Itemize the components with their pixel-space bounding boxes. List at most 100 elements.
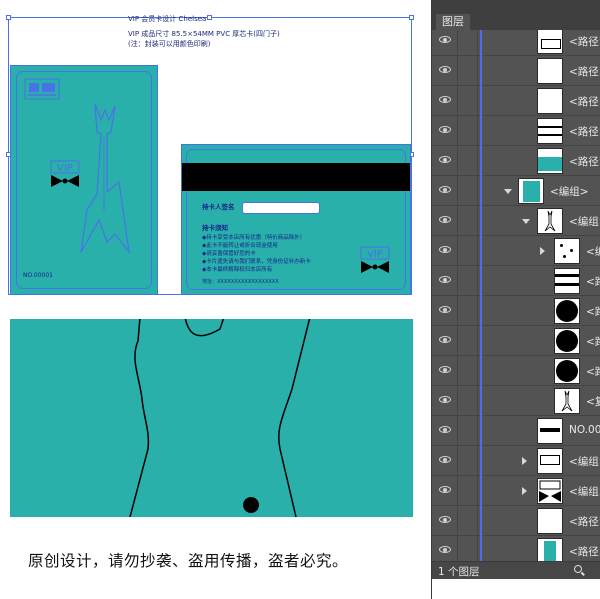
eye-icon[interactable] — [439, 426, 451, 433]
visibility-toggle[interactable] — [432, 386, 458, 415]
search-icon[interactable] — [574, 565, 582, 573]
layer-name[interactable]: <路径> — [569, 34, 600, 49]
layer-row[interactable]: <路径> — [432, 56, 600, 86]
lock-toggle[interactable] — [458, 146, 478, 175]
layer-row[interactable]: <路 — [432, 356, 600, 386]
expand-arrow-icon[interactable] — [540, 247, 545, 255]
layer-name[interactable]: <路径> — [569, 514, 600, 529]
visibility-toggle[interactable] — [432, 416, 458, 445]
layer-row[interactable]: <路径> — [432, 30, 600, 56]
expand-arrow-icon[interactable] — [522, 487, 527, 495]
layer-row[interactable]: NO.000 — [432, 416, 600, 446]
layer-name[interactable]: <路 — [586, 334, 600, 349]
eye-icon[interactable] — [439, 156, 451, 163]
layer-name[interactable]: <路径> — [569, 154, 600, 169]
layer-name[interactable]: <编组> — [569, 214, 600, 229]
lock-toggle[interactable] — [458, 476, 478, 505]
eye-icon[interactable] — [439, 396, 451, 403]
layers-list[interactable]: <路径> <路径> <路径> <路径> — [432, 30, 600, 561]
layer-row[interactable]: <路径> — [432, 116, 600, 146]
lock-toggle[interactable] — [458, 356, 478, 385]
lock-toggle[interactable] — [458, 506, 478, 535]
selection-handle[interactable] — [409, 15, 414, 20]
eye-icon[interactable] — [439, 66, 451, 73]
visibility-toggle[interactable] — [432, 326, 458, 355]
lock-toggle[interactable] — [458, 236, 478, 265]
lock-toggle[interactable] — [458, 386, 478, 415]
layer-name[interactable]: <路 — [586, 364, 600, 379]
layer-name[interactable]: <复 — [586, 394, 600, 409]
lock-toggle[interactable] — [458, 30, 478, 55]
lock-toggle[interactable] — [458, 296, 478, 325]
layer-row[interactable]: <路 — [432, 266, 600, 296]
eye-icon[interactable] — [439, 246, 451, 253]
collapse-arrow-icon[interactable] — [522, 219, 530, 224]
layer-row[interactable]: <编组> — [432, 176, 600, 206]
layer-name[interactable]: <编组> — [550, 184, 589, 199]
lock-toggle[interactable] — [458, 416, 478, 445]
visibility-toggle[interactable] — [432, 446, 458, 475]
lock-toggle[interactable] — [458, 56, 478, 85]
layer-name[interactable]: <编 — [586, 244, 600, 259]
visibility-toggle[interactable] — [432, 30, 458, 55]
lock-toggle[interactable] — [458, 446, 478, 475]
layer-name[interactable]: <编组> — [569, 484, 600, 499]
eye-icon[interactable] — [439, 186, 451, 193]
visibility-toggle[interactable] — [432, 116, 458, 145]
collapse-arrow-icon[interactable] — [504, 189, 512, 194]
visibility-toggle[interactable] — [432, 176, 458, 205]
eye-icon[interactable] — [439, 306, 451, 313]
layer-name[interactable]: <编组> — [569, 454, 600, 469]
eye-icon[interactable] — [439, 366, 451, 373]
layer-name[interactable]: <路径> — [569, 64, 600, 79]
eye-icon[interactable] — [439, 36, 451, 43]
layer-row[interactable]: <路径> — [432, 146, 600, 176]
tab-layers[interactable]: 图层 — [436, 14, 470, 30]
selection-handle[interactable] — [6, 15, 11, 20]
eye-icon[interactable] — [439, 486, 451, 493]
lock-toggle[interactable] — [458, 86, 478, 115]
layer-row[interactable]: <路径> — [432, 536, 600, 561]
layer-name[interactable]: <路 — [586, 304, 600, 319]
layer-row[interactable]: <复 — [432, 386, 600, 416]
back-card[interactable]: 持卡人签名 持卡须知 ◆持卡享受本店所有优惠（特价商品除外） ◆此卡不能转让或折… — [181, 144, 411, 295]
layer-row[interactable]: <编组> — [432, 476, 600, 506]
lock-toggle[interactable] — [458, 266, 478, 295]
eye-icon[interactable] — [439, 336, 451, 343]
layer-row[interactable]: <编 — [432, 236, 600, 266]
layer-name[interactable]: <路径> — [569, 544, 600, 559]
layers-panel[interactable]: 图层 <路径> <路径> <路径> — [431, 0, 600, 599]
visibility-toggle[interactable] — [432, 146, 458, 175]
expand-arrow-icon[interactable] — [522, 457, 527, 465]
eye-icon[interactable] — [439, 456, 451, 463]
eye-icon[interactable] — [439, 276, 451, 283]
eye-icon[interactable] — [439, 546, 451, 553]
visibility-toggle[interactable] — [432, 266, 458, 295]
lock-toggle[interactable] — [458, 326, 478, 355]
layer-row[interactable]: <编组> — [432, 206, 600, 236]
layer-row[interactable]: <路径> — [432, 86, 600, 116]
visibility-toggle[interactable] — [432, 506, 458, 535]
lock-toggle[interactable] — [458, 176, 478, 205]
eye-icon[interactable] — [439, 216, 451, 223]
eye-icon[interactable] — [439, 126, 451, 133]
lock-toggle[interactable] — [458, 206, 478, 235]
front-card[interactable]: VIP NO.00001 — [10, 65, 158, 295]
layer-row[interactable]: <路 — [432, 296, 600, 326]
visibility-toggle[interactable] — [432, 206, 458, 235]
layer-name[interactable]: NO.000 — [569, 424, 600, 436]
visibility-toggle[interactable] — [432, 56, 458, 85]
eye-icon[interactable] — [439, 96, 451, 103]
visibility-toggle[interactable] — [432, 536, 458, 561]
layer-name[interactable]: <路径> — [569, 124, 600, 139]
lock-toggle[interactable] — [458, 536, 478, 561]
layer-name[interactable]: <路 — [586, 274, 600, 289]
visibility-toggle[interactable] — [432, 296, 458, 325]
layer-row[interactable]: <路径> — [432, 506, 600, 536]
layer-row[interactable]: <编组> — [432, 446, 600, 476]
visibility-toggle[interactable] — [432, 476, 458, 505]
visibility-toggle[interactable] — [432, 236, 458, 265]
selection-handle[interactable] — [207, 15, 212, 20]
layer-row[interactable]: <路 — [432, 326, 600, 356]
eye-icon[interactable] — [439, 516, 451, 523]
